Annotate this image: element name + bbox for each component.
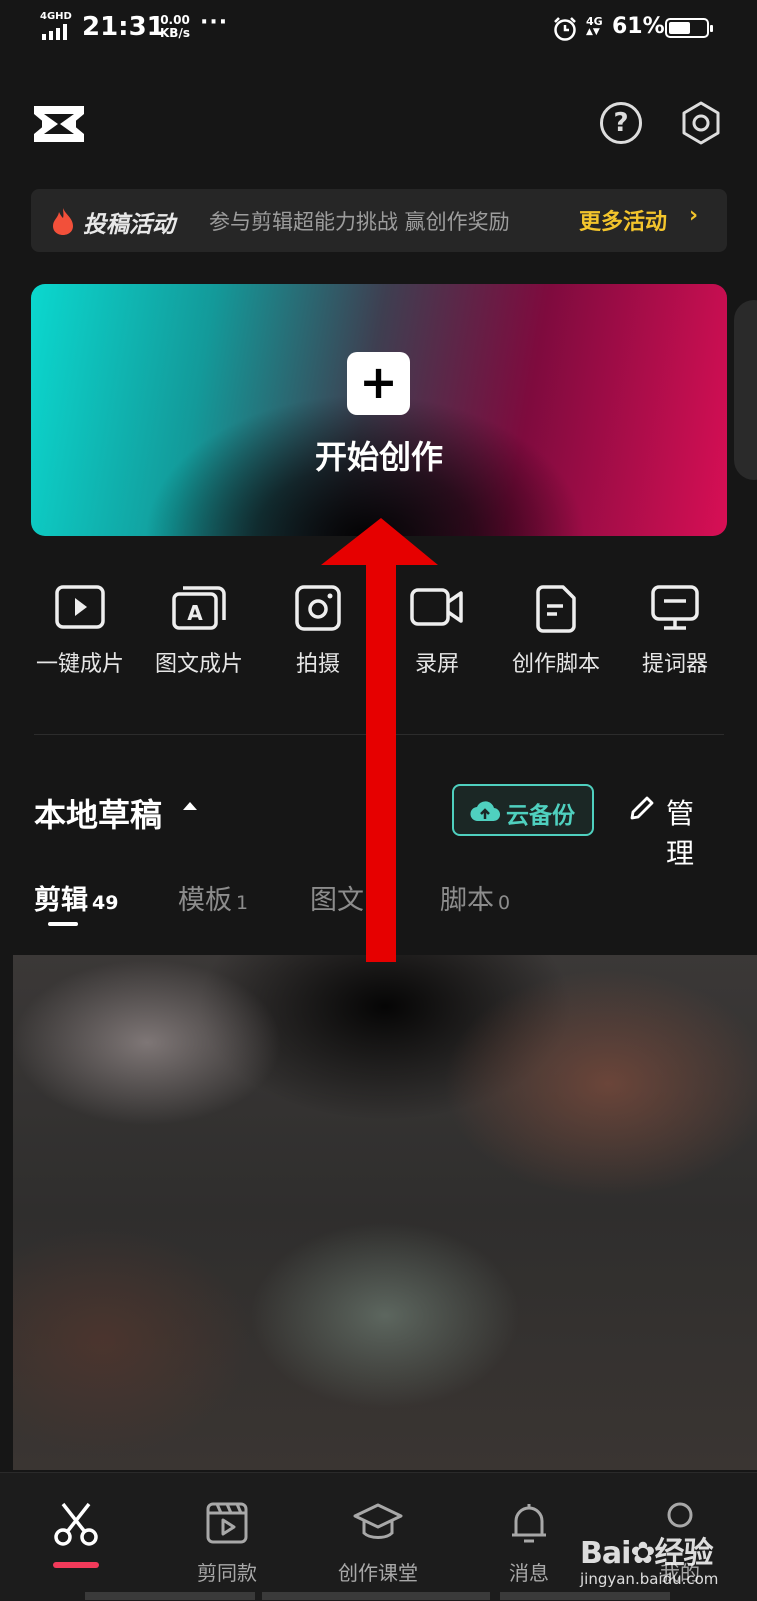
tool-one-click-video[interactable]: 一键成片: [25, 584, 135, 678]
speed-unit: KB/s: [160, 26, 190, 40]
side-edge-decoration: [734, 300, 757, 480]
settings-icon[interactable]: [680, 100, 722, 146]
battery-cap: [710, 25, 713, 32]
caret-up-icon[interactable]: [182, 800, 198, 812]
gesture-bar-segment: [500, 1592, 670, 1600]
battery-fill: [669, 22, 691, 34]
tab-count: 49: [92, 892, 119, 914]
section-divider: [34, 734, 724, 735]
capcut-logo-icon: [34, 106, 84, 142]
camera-icon: [295, 585, 341, 631]
tool-label: 图文成片: [154, 652, 243, 677]
start-creating-label: 开始创作: [314, 438, 443, 476]
script-doc-icon: [536, 585, 576, 633]
promo-banner[interactable]: 投稿活动 参与剪辑超能力挑战 赢创作奖励 更多活动 ›: [31, 189, 727, 252]
tool-camera[interactable]: 拍摄: [263, 584, 373, 678]
pencil-icon: [630, 796, 654, 820]
cellular-indicator: 4G ▲▼: [586, 16, 603, 38]
more-activities-link[interactable]: 更多活动: [579, 204, 667, 236]
promo-tag: 投稿活动: [83, 212, 175, 238]
tool-script[interactable]: 创作脚本: [501, 584, 611, 678]
tab-scripts[interactable]: 脚本 0: [440, 878, 510, 917]
battery-icon: [665, 18, 713, 38]
scissors-icon: [54, 1502, 98, 1546]
video-camera-icon: [410, 588, 463, 626]
watermark-url: jingyan.baidu.com: [580, 1570, 719, 1588]
tab-templates[interactable]: 模板 1: [178, 878, 248, 917]
data-arrows-icon: ▲▼: [586, 27, 600, 37]
cellular-type: 4G: [586, 15, 603, 28]
tab-image-text[interactable]: 图文: [310, 878, 368, 917]
tool-screen-record[interactable]: 录屏: [382, 584, 492, 678]
tab-count: 0: [498, 892, 511, 914]
tool-label: 一键成片: [35, 652, 124, 677]
battery-percent: 61%: [612, 14, 665, 39]
tool-label: 提词器: [641, 652, 708, 677]
status-bar: 4GHD 21:31 0.00 KB/s ··· 4G ▲▼ 61%: [0, 0, 757, 60]
network-type: 4GHD: [40, 11, 72, 22]
gesture-bar-segment: [85, 1592, 255, 1600]
tool-text-to-video[interactable]: A 图文成片: [144, 584, 254, 678]
clock: 21:31: [82, 12, 165, 42]
tool-label: 录屏: [414, 652, 459, 677]
tab-edit[interactable]: 剪辑 49: [34, 878, 118, 917]
nav-label: 创作课堂: [338, 1561, 418, 1585]
active-tab-indicator: [48, 922, 78, 926]
local-drafts-title[interactable]: 本地草稿: [34, 790, 162, 836]
tab-label: 图文: [310, 885, 364, 916]
network-speed: 0.00 KB/s: [160, 14, 190, 40]
tool-teleprompter[interactable]: 提词器: [620, 584, 730, 678]
tab-label: 模板: [178, 885, 232, 916]
cloud-backup-label: 云备份: [506, 803, 575, 829]
cloud-upload-icon: [470, 801, 500, 822]
nav-edit[interactable]: [6, 1501, 146, 1557]
bell-icon: [512, 1504, 546, 1543]
paw-icon: ✿: [630, 1536, 655, 1571]
nav-active-indicator: [53, 1562, 99, 1568]
tab-label: 脚本: [440, 885, 494, 916]
watermark-suffix: 经验: [654, 1536, 714, 1571]
svg-text:A: A: [187, 601, 203, 625]
watermark-brand: Bai: [580, 1536, 631, 1571]
nav-messages[interactable]: 消息: [459, 1501, 599, 1586]
manage-label: 管理: [666, 797, 695, 870]
help-icon[interactable]: ?: [600, 102, 642, 144]
teleprompter-icon: [651, 585, 699, 630]
plus-icon: +: [347, 352, 410, 415]
nav-label: 剪同款: [197, 1561, 257, 1585]
more-notifications-icon: ···: [200, 10, 229, 35]
play-square-icon: [55, 585, 105, 629]
tab-label: 剪辑: [34, 885, 88, 916]
promo-description: 参与剪辑超能力挑战 赢创作奖励: [209, 210, 510, 234]
fire-icon: [53, 208, 73, 235]
tool-label: 拍摄: [295, 652, 340, 677]
tab-count: 1: [236, 892, 249, 914]
baidu-watermark: Bai✿经验 jingyan.baidu.com: [580, 1528, 718, 1588]
clapperboard-icon: [206, 1502, 248, 1544]
tool-label: 创作脚本: [511, 652, 600, 677]
nav-templates[interactable]: 剪同款: [157, 1501, 297, 1586]
draft-thumbnail[interactable]: [13, 955, 757, 1470]
cloud-backup-button[interactable]: 云备份: [452, 784, 594, 836]
nav-classroom[interactable]: 创作课堂: [308, 1501, 448, 1586]
start-creating-card[interactable]: + 开始创作: [31, 284, 727, 536]
graduation-cap-icon: [353, 1503, 403, 1539]
gesture-bar-segment: [262, 1592, 490, 1600]
alarm-icon: [554, 17, 576, 41]
signal-icon: [42, 24, 67, 40]
nav-label: 消息: [509, 1561, 549, 1585]
chevron-right-icon: ›: [689, 203, 699, 228]
text-image-icon: A: [172, 586, 226, 630]
